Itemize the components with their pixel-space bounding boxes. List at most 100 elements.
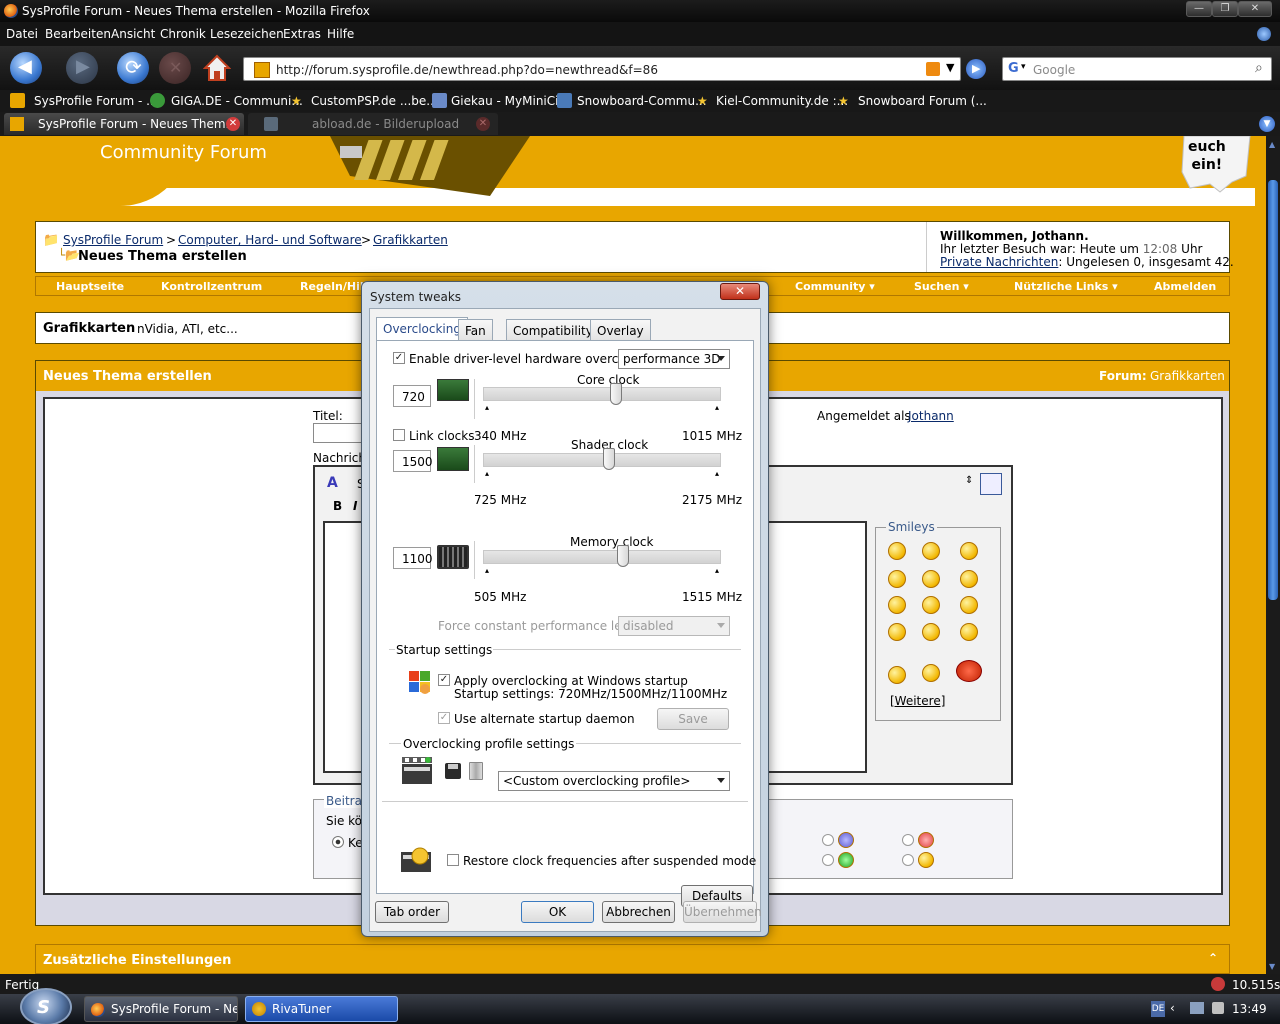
icon-radio[interactable]	[902, 834, 914, 846]
taskbar-item-rivatuner[interactable]: RivaTuner	[245, 996, 398, 1022]
delete-profile-icon[interactable]	[469, 762, 483, 780]
addon-icon[interactable]	[1211, 977, 1225, 991]
forward-button[interactable]: ▶	[66, 52, 98, 84]
menu-lesezeichen[interactable]: Lesezeichen	[210, 27, 284, 41]
nav-suchen[interactable]: Suchen ▾	[914, 280, 969, 293]
devil-smiley-icon[interactable]	[956, 660, 982, 682]
shader-clock-value[interactable]: 1500	[393, 450, 433, 472]
no-icon-radio[interactable]	[332, 836, 344, 848]
tab-abload[interactable]: abload.de - Bilderupload ✕	[248, 113, 498, 135]
nav-hauptseite[interactable]: Hauptseite	[56, 280, 124, 293]
icon-radio[interactable]	[822, 854, 834, 866]
save-button[interactable]: Save	[657, 708, 729, 730]
all-tabs-icon[interactable]: ▼	[1259, 116, 1275, 132]
menu-datei[interactable]: Datei	[6, 27, 38, 41]
menu-extras[interactable]: Extras	[283, 27, 321, 41]
cancel-button[interactable]: Abbrechen	[602, 901, 675, 923]
menu-chronik[interactable]: Chronik	[160, 27, 206, 41]
smiley-icon[interactable]	[960, 570, 978, 588]
nav-regeln[interactable]: Regeln/Hilf	[300, 280, 368, 293]
resize-icon[interactable]: ⇕	[965, 475, 973, 486]
performance-mode-select[interactable]: performance 3D	[618, 349, 730, 369]
nav-links[interactable]: Nützliche Links ▾	[1014, 280, 1118, 293]
alternate-daemon-checkbox[interactable]: ✓	[438, 712, 450, 724]
enable-overclocking-checkbox[interactable]: ✓	[393, 352, 405, 364]
private-messages-link[interactable]: Private Nachrichten	[940, 255, 1058, 269]
maximize-icon[interactable]: ❐	[1212, 1, 1238, 17]
google-icon[interactable]: G	[1008, 61, 1019, 76]
scroll-down-icon[interactable]: ▼	[1269, 962, 1275, 971]
font-icon[interactable]: A	[327, 475, 338, 491]
search-engine-dropdown-icon[interactable]: ▾	[1021, 62, 1026, 72]
tab-close-icon[interactable]: ✕	[476, 117, 490, 131]
ok-button[interactable]: OK	[521, 901, 594, 923]
smiley-icon[interactable]	[888, 623, 906, 641]
bookmark-giga[interactable]: GIGA.DE - Communi...	[171, 94, 303, 108]
smiley-icon[interactable]	[888, 542, 906, 560]
tab-fan[interactable]: Fan	[458, 319, 493, 341]
thumbs-up-smiley-icon[interactable]	[922, 664, 940, 682]
link-clocks-checkbox[interactable]	[393, 429, 405, 441]
smiley-icon[interactable]	[888, 596, 906, 614]
collapse-icon[interactable]: ⌃	[1208, 951, 1218, 965]
save-profile-icon[interactable]	[445, 763, 461, 779]
smiley-icon[interactable]	[888, 570, 906, 588]
bookmark-snowboard-community[interactable]: Snowboard-Commu...	[577, 94, 707, 108]
tab-compatibility[interactable]: Compatibility	[506, 319, 600, 341]
shader-clock-slider[interactable]	[483, 453, 721, 467]
smiley-icon[interactable]	[960, 596, 978, 614]
rss-icon[interactable]	[926, 62, 940, 76]
tab-overclocking[interactable]: Overclocking	[376, 317, 468, 341]
dropdown-arrow-icon[interactable]: ▼	[946, 61, 954, 74]
scroll-up-icon[interactable]: ▲	[1269, 140, 1275, 149]
nav-abmelden[interactable]: Abmelden	[1154, 280, 1216, 293]
italic-button[interactable]: I	[353, 499, 357, 513]
more-smileys-link[interactable]: [Weitere]	[890, 694, 945, 708]
breadcrumb-link-hardware[interactable]: Computer, Hard- und Software	[178, 233, 362, 247]
shader-clock-slider-thumb[interactable]	[603, 448, 616, 470]
smiley-icon[interactable]	[888, 666, 906, 684]
home-button[interactable]	[202, 54, 232, 82]
smiley-icon[interactable]	[922, 570, 940, 588]
start-button[interactable]: S	[20, 988, 72, 1024]
bookmark-snowboard-forum[interactable]: Snowboard Forum (...	[858, 94, 987, 108]
nav-kontrollzentrum[interactable]: Kontrollzentrum	[161, 280, 262, 293]
switch-mode-icon[interactable]	[980, 473, 1002, 495]
menu-bearbeiten[interactable]: Bearbeiten	[45, 27, 111, 41]
minimize-icon[interactable]: —	[1186, 1, 1212, 17]
network-icon[interactable]	[1190, 1002, 1204, 1014]
bookmark-kiel[interactable]: Kiel-Community.de :...	[716, 94, 848, 108]
smiley-icon[interactable]	[922, 623, 940, 641]
go-button[interactable]: ▶	[966, 59, 986, 79]
close-icon[interactable]: ✕	[1238, 1, 1272, 17]
smiley-icon[interactable]	[960, 542, 978, 560]
search-bar[interactable]: G ▾ Google ⌕	[1002, 57, 1272, 81]
tray-expand-icon[interactable]: ‹	[1170, 1001, 1175, 1015]
menu-hilfe[interactable]: Hilfe	[327, 27, 354, 41]
extra-settings-header[interactable]: Zusätzliche Einstellungen ⌃	[35, 944, 1230, 974]
apply-at-startup-checkbox[interactable]: ✓	[438, 674, 450, 686]
profile-select[interactable]: <Custom overclocking profile>	[498, 771, 730, 791]
core-clock-value[interactable]: 720	[393, 385, 431, 407]
url-bar[interactable]: http://forum.sysprofile.de/newthread.php…	[243, 57, 961, 81]
memory-clock-value[interactable]: 1100	[393, 547, 433, 569]
reload-button[interactable]: ⟳	[117, 52, 149, 84]
force-level-select[interactable]: disabled	[618, 616, 730, 636]
tab-order-button[interactable]: Tab order	[375, 901, 449, 923]
tab-close-icon[interactable]: ✕	[226, 117, 240, 131]
restore-clocks-checkbox[interactable]	[447, 854, 459, 866]
icon-radio[interactable]	[902, 854, 914, 866]
smiley-icon[interactable]	[922, 542, 940, 560]
volume-icon[interactable]	[1212, 1002, 1224, 1014]
stop-button[interactable]: ✕	[159, 52, 191, 84]
user-link[interactable]: Jothann	[908, 409, 954, 423]
tab-sysprofile[interactable]: SysProfile Forum - Neues Them... ✕	[4, 113, 244, 135]
search-icon[interactable]: ⌕	[1255, 60, 1263, 76]
smiley-icon[interactable]	[922, 596, 940, 614]
apply-button[interactable]: Übernehmen	[683, 901, 762, 923]
core-clock-slider[interactable]	[483, 387, 721, 401]
dialog-close-button[interactable]: ✕	[720, 283, 760, 300]
tab-overlay[interactable]: Overlay	[590, 319, 651, 341]
bold-button[interactable]: B	[333, 499, 342, 513]
icon-radio[interactable]	[822, 834, 834, 846]
